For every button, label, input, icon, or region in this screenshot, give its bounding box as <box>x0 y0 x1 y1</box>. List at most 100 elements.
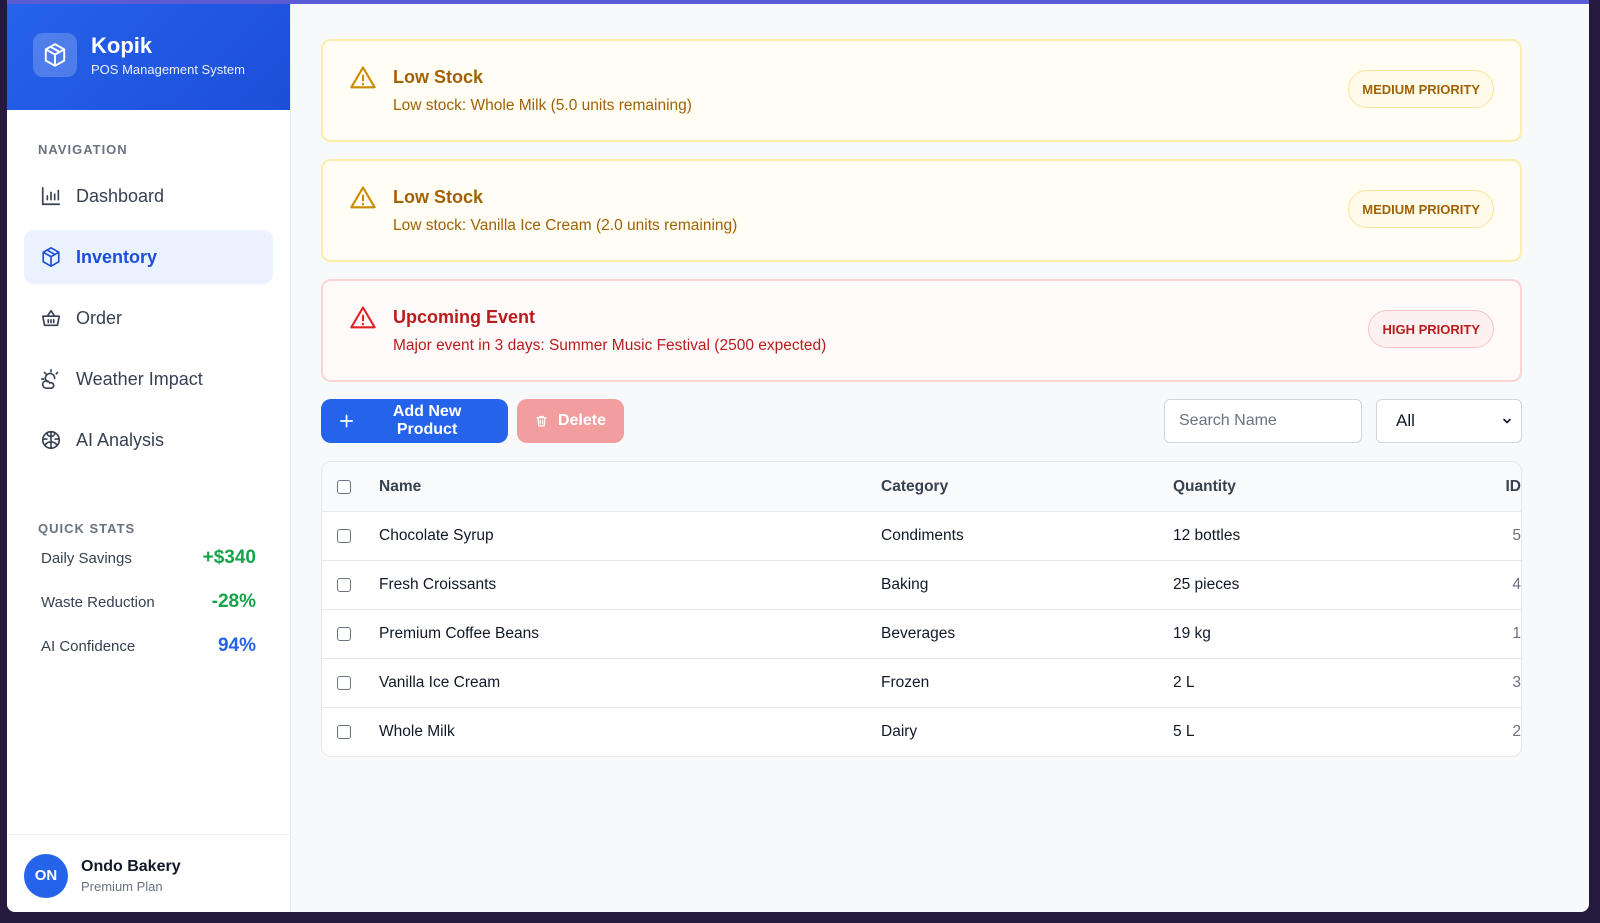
priority-badge: MEDIUM PRIORITY <box>1348 70 1494 108</box>
cell-category: Condiments <box>881 527 964 544</box>
inventory-table: Name Category Quantity ID Chocolate Syru… <box>321 461 1522 757</box>
delete-button[interactable]: Delete <box>517 399 624 443</box>
warning-icon <box>350 305 376 328</box>
cell-id: 2 <box>1512 723 1521 740</box>
alert-title: Upcoming Event <box>393 306 536 327</box>
box-icon <box>42 247 60 267</box>
table-row: Vanilla Ice Cream Frozen 2 L 3 <box>322 658 1521 707</box>
sidebar-item-label: Inventory <box>76 246 158 267</box>
stat-value: +$340 <box>202 547 256 568</box>
stat-label: Waste Reduction <box>41 593 155 611</box>
chevron-down-icon <box>1503 418 1511 424</box>
delete-label: Delete <box>557 412 606 429</box>
stat-label: AI Confidence <box>41 637 136 655</box>
sidebar-item-label: Weather Impact <box>76 368 203 389</box>
bar-chart-icon <box>41 186 61 206</box>
weather-icon <box>41 369 59 389</box>
user-name: Ondo Bakery <box>81 857 181 875</box>
user-plan: Premium Plan <box>81 878 163 894</box>
row-checkbox[interactable] <box>337 578 351 592</box>
cell-name: Whole Milk <box>379 723 455 740</box>
basket-icon <box>41 309 61 327</box>
stat-daily-savings: Daily Savings +$340 <box>7 536 290 580</box>
box-logo-icon <box>33 33 77 77</box>
quick-stats: QUICK STATS Daily Savings +$340 Waste Re… <box>7 521 290 668</box>
alert-message: Low stock: Whole Milk (5.0 units remaini… <box>393 96 692 114</box>
sidebar-item-weather-impact[interactable]: Weather Impact <box>24 352 273 406</box>
alert-low-stock-whole-milk: Low Stock Low stock: Whole Milk (5.0 uni… <box>321 39 1522 142</box>
cell-id: 1 <box>1512 625 1521 642</box>
avatar: ON <box>24 853 68 898</box>
search-input[interactable] <box>1164 399 1362 443</box>
alert-title: Low Stock <box>393 186 484 207</box>
sidebar-item-label: Dashboard <box>76 185 165 206</box>
cell-id: 3 <box>1512 674 1521 691</box>
sidebar-item-dashboard[interactable]: Dashboard <box>24 169 273 223</box>
plus-icon <box>340 414 354 428</box>
sidebar-item-label: Order <box>76 307 123 328</box>
table-row: Whole Milk Dairy 5 L 2 <box>322 707 1521 756</box>
column-header-id[interactable]: ID <box>1503 478 1522 496</box>
category-filter-select[interactable]: All <box>1376 399 1522 443</box>
cell-name: Premium Coffee Beans <box>379 625 539 642</box>
table-row: Fresh Croissants Baking 25 pieces 4 <box>322 560 1521 609</box>
priority-badge: MEDIUM PRIORITY <box>1348 190 1494 228</box>
column-header-name[interactable]: Name <box>379 478 881 496</box>
alert-low-stock-vanilla-ice-cream: Low Stock Low stock: Vanilla Ice Cream (… <box>321 159 1522 262</box>
cell-quantity: 19 kg <box>1173 625 1211 642</box>
warning-icon <box>350 65 376 88</box>
table-header-row: Name Category Quantity ID <box>322 462 1521 511</box>
user-profile[interactable]: ON Ondo Bakery Premium Plan <box>7 834 291 912</box>
nav-section-title: NAVIGATION <box>38 142 128 157</box>
row-checkbox[interactable] <box>337 676 351 690</box>
select-all-checkbox[interactable] <box>337 479 351 494</box>
cell-name: Chocolate Syrup <box>379 527 494 544</box>
cell-quantity: 25 pieces <box>1173 576 1240 593</box>
sidebar-item-ai-analysis[interactable]: AI Analysis <box>24 413 273 467</box>
sidebar-item-order[interactable]: Order <box>24 291 273 345</box>
cell-category: Baking <box>881 576 929 593</box>
stats-section-title: QUICK STATS <box>38 521 136 536</box>
brain-icon <box>41 430 61 450</box>
table-row: Chocolate Syrup Condiments 12 bottles 5 <box>322 511 1521 560</box>
sidebar-item-label: AI Analysis <box>76 429 165 450</box>
add-product-button[interactable]: Add New Product <box>321 399 508 443</box>
navigation: NAVIGATION Dashboard Inventory Order Wea… <box>7 142 290 467</box>
filter-value: All <box>1396 411 1415 430</box>
app-name: Kopik <box>91 33 153 58</box>
stat-ai-confidence: AI Confidence 94% <box>7 624 290 668</box>
add-product-label: Add New Product <box>392 403 462 438</box>
row-checkbox[interactable] <box>337 529 351 543</box>
cell-category: Dairy <box>881 723 918 740</box>
cell-category: Beverages <box>881 625 956 642</box>
cell-quantity: 5 L <box>1173 723 1195 740</box>
stat-waste-reduction: Waste Reduction -28% <box>7 580 290 624</box>
column-header-quantity[interactable]: Quantity <box>1173 478 1503 496</box>
app-subtitle: POS Management System <box>91 62 245 77</box>
stat-value: 94% <box>217 635 256 656</box>
cell-category: Frozen <box>881 674 930 691</box>
cell-id: 5 <box>1512 527 1521 544</box>
cell-name: Fresh Croissants <box>379 576 497 593</box>
alert-message: Low stock: Vanilla Ice Cream (2.0 units … <box>393 216 738 234</box>
main-content: Low Stock Low stock: Whole Milk (5.0 uni… <box>321 39 1522 757</box>
alert-upcoming-event: Upcoming Event Major event in 3 days: Su… <box>321 279 1522 382</box>
row-checkbox[interactable] <box>337 627 351 641</box>
column-header-category[interactable]: Category <box>881 478 1173 496</box>
alert-title: Low Stock <box>393 66 484 87</box>
priority-badge: HIGH PRIORITY <box>1368 310 1494 348</box>
stat-value: -28% <box>211 591 256 612</box>
warning-icon <box>350 185 376 208</box>
cell-id: 4 <box>1512 576 1521 593</box>
table-row: Premium Coffee Beans Beverages 19 kg 1 <box>322 609 1521 658</box>
sidebar-item-inventory[interactable]: Inventory <box>24 230 273 284</box>
cell-quantity: 12 bottles <box>1173 527 1241 544</box>
cell-name: Vanilla Ice Cream <box>379 674 501 691</box>
stat-label: Daily Savings <box>41 549 132 567</box>
row-checkbox[interactable] <box>337 725 351 739</box>
toolbar: Add New Product Delete All <box>321 399 1522 443</box>
trash-icon <box>536 415 547 427</box>
app-window: Kopik POS Management System NAVIGATION D… <box>7 0 1589 912</box>
brand-header: Kopik POS Management System <box>7 4 290 110</box>
alert-message: Major event in 3 days: Summer Music Fest… <box>393 336 827 354</box>
